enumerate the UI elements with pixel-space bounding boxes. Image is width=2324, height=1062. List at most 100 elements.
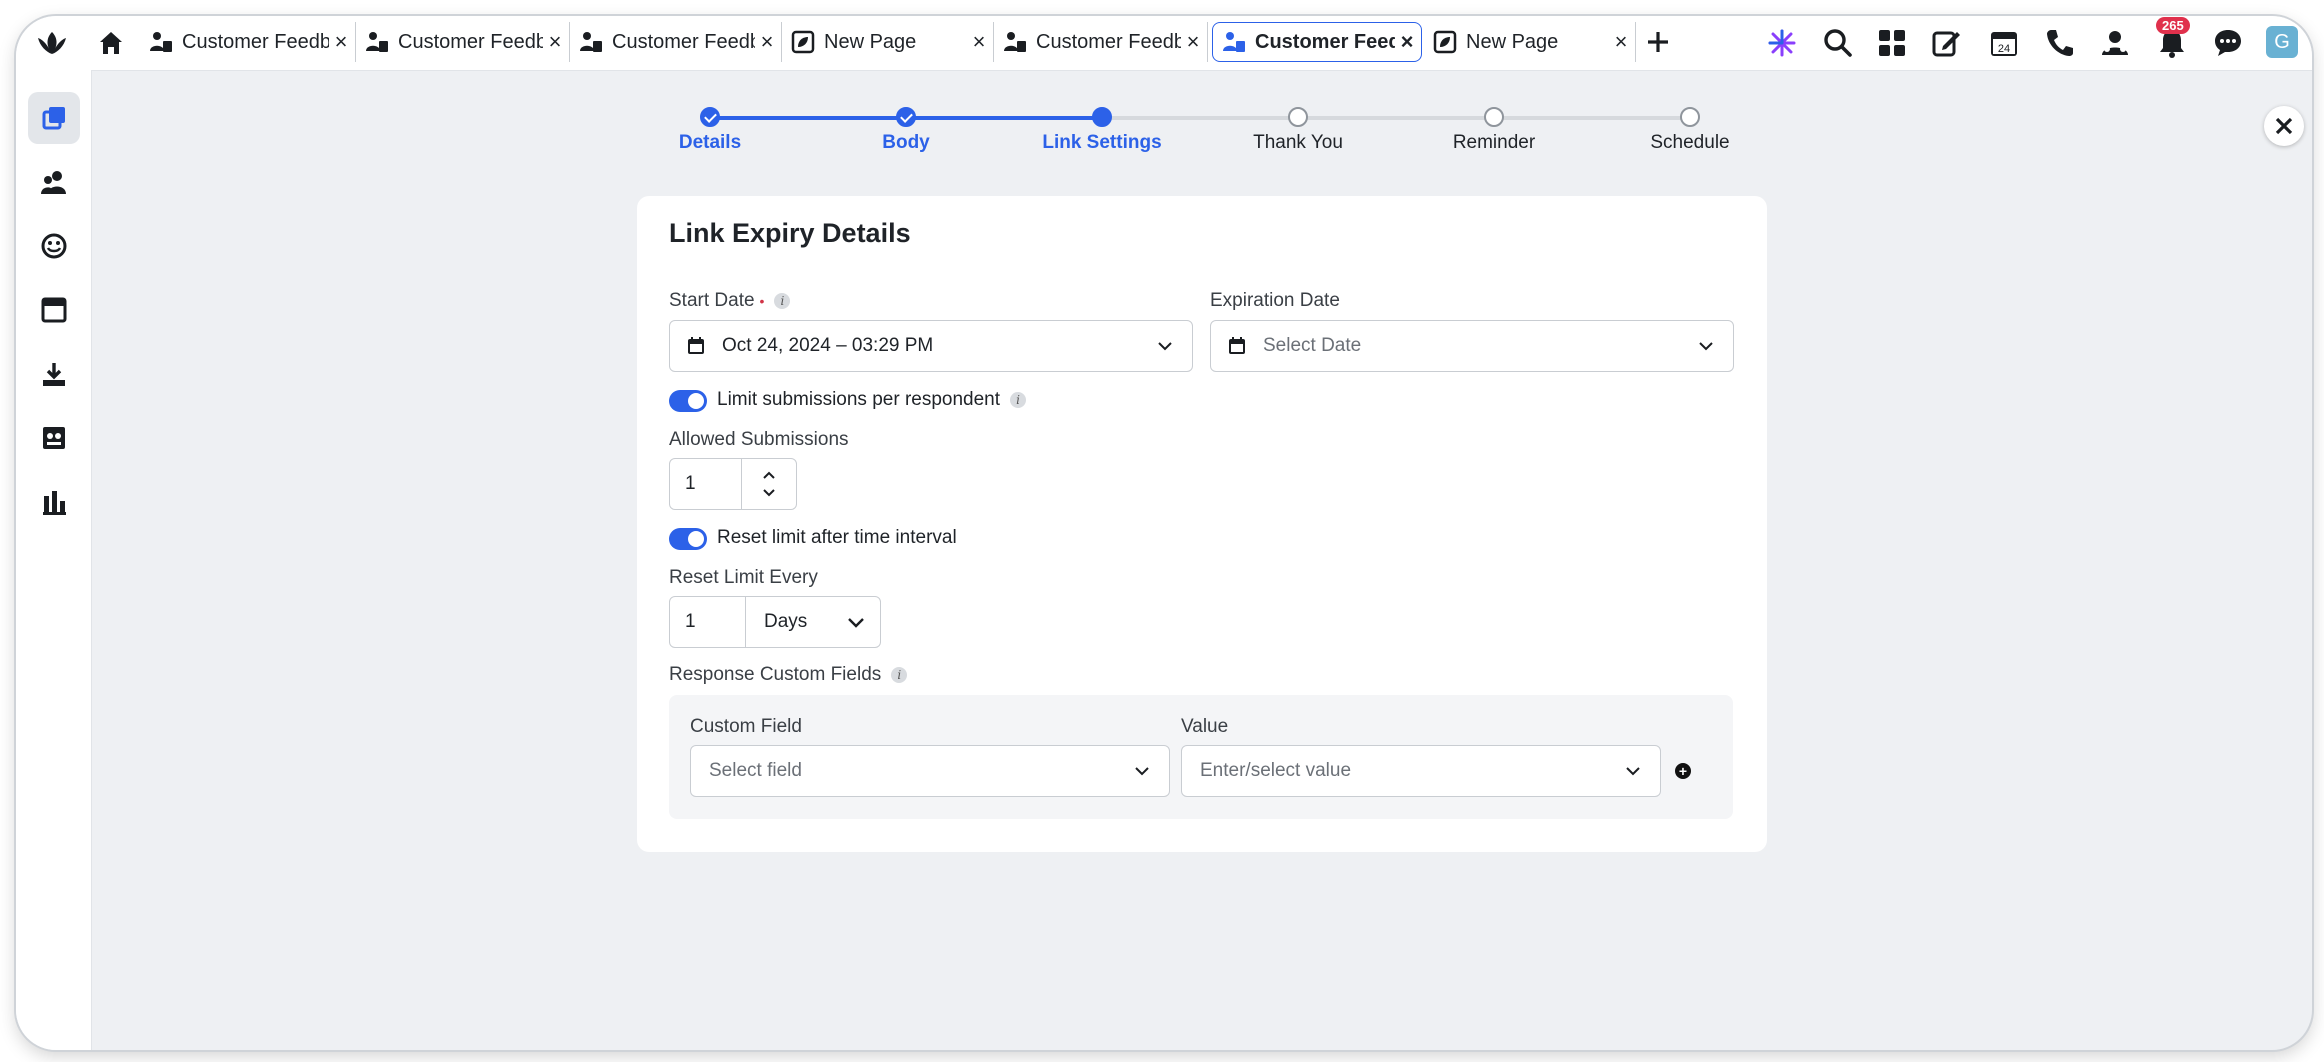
chevron-down-icon bbox=[1699, 342, 1713, 351]
tab-label: Customer Feedback bbox=[182, 30, 329, 53]
value-placeholder: Enter/select value bbox=[1200, 760, 1352, 781]
chat-icon[interactable] bbox=[2212, 27, 2244, 59]
info-icon[interactable]: i bbox=[891, 667, 908, 683]
start-date-picker[interactable]: Oct 24, 2024 – 03:29 PM bbox=[669, 320, 1193, 372]
tab-label: Customer Feedback bbox=[398, 30, 543, 53]
step-schedule-label[interactable]: Schedule bbox=[1590, 132, 1790, 154]
survey-person-icon bbox=[150, 32, 172, 52]
agent-icon[interactable] bbox=[2099, 27, 2131, 59]
user-avatar[interactable]: G bbox=[2266, 26, 2298, 58]
smile-cycle-icon bbox=[41, 233, 67, 259]
reset-every-unit-value: Days bbox=[764, 611, 808, 632]
step-body-dot[interactable] bbox=[896, 107, 916, 127]
add-custom-field-icon[interactable]: + bbox=[1675, 763, 1691, 779]
close-icon bbox=[2275, 117, 2293, 135]
bar-chart-icon bbox=[43, 491, 66, 515]
reset-every-control: 1 Days bbox=[669, 596, 881, 648]
tab-label: New Page bbox=[824, 30, 917, 53]
close-button[interactable] bbox=[2264, 106, 2304, 146]
search-icon[interactable] bbox=[1822, 27, 1854, 59]
step-reminder-label[interactable]: Reminder bbox=[1394, 132, 1594, 154]
step-link-settings-dot[interactable] bbox=[1092, 107, 1112, 127]
allowed-submissions-stepper[interactable]: 1 bbox=[669, 458, 797, 510]
copies-icon bbox=[42, 107, 65, 130]
tab-customer-feedback-1[interactable]: Customer Feedback × bbox=[140, 22, 356, 62]
info-icon[interactable]: i bbox=[774, 293, 791, 309]
people-icon bbox=[41, 171, 66, 194]
app-logo-icon[interactable] bbox=[34, 28, 70, 60]
new-tab-plus-icon[interactable] bbox=[1642, 26, 1674, 58]
sidebar-item-reports[interactable] bbox=[28, 412, 80, 464]
step-thank-you-dot[interactable] bbox=[1288, 107, 1308, 127]
close-tab-icon[interactable]: × bbox=[543, 29, 567, 55]
limit-submissions-toggle[interactable] bbox=[669, 390, 707, 412]
chevron-down-icon bbox=[1626, 767, 1640, 776]
expiration-date-label: Expiration Date bbox=[1210, 290, 1340, 311]
step-details-dot[interactable] bbox=[700, 107, 720, 127]
step-reminder-dot[interactable] bbox=[1484, 107, 1504, 127]
card-title: Link Expiry Details bbox=[669, 218, 911, 248]
step-details-label[interactable]: Details bbox=[610, 132, 810, 154]
sidebar-item-downloads[interactable] bbox=[28, 348, 80, 400]
close-tab-icon[interactable]: × bbox=[1395, 29, 1419, 55]
value-column-label: Value bbox=[1181, 716, 1229, 737]
tab-label: New Page bbox=[1466, 30, 1559, 53]
sidebar-item-analytics[interactable] bbox=[28, 476, 80, 528]
limit-submissions-label-row: Limit submissions per respondent i bbox=[717, 389, 1027, 411]
step-link-settings-label[interactable]: Link Settings bbox=[1002, 132, 1202, 154]
calendar-icon[interactable]: 24 bbox=[1988, 27, 2020, 59]
tab-label: Customer Feedback bbox=[612, 30, 755, 53]
tab-customer-feedback-active[interactable]: Customer Feedback × bbox=[1212, 22, 1422, 62]
response-custom-fields-label: Response Custom Fields i bbox=[669, 664, 908, 686]
chevron-up-icon[interactable] bbox=[761, 468, 777, 484]
value-select[interactable]: Enter/select value bbox=[1181, 745, 1661, 797]
expiration-date-picker[interactable]: Select Date bbox=[1210, 320, 1734, 372]
allowed-submissions-label: Allowed Submissions bbox=[669, 429, 849, 450]
calendar-icon bbox=[1229, 337, 1245, 354]
tab-customer-feedback-3[interactable]: Customer Feedback × bbox=[570, 22, 782, 62]
custom-field-select[interactable]: Select field bbox=[690, 745, 1170, 797]
compose-icon[interactable] bbox=[1930, 27, 1962, 59]
phone-icon[interactable] bbox=[2044, 27, 2076, 59]
tab-new-page-2[interactable]: New Page × bbox=[1424, 22, 1636, 62]
survey-person-icon bbox=[1004, 32, 1026, 52]
sidebar-item-surveys[interactable] bbox=[28, 92, 80, 144]
close-tab-icon[interactable]: × bbox=[329, 29, 353, 55]
start-date-label-text: Start Date bbox=[669, 290, 755, 311]
reset-every-unit-select[interactable]: Days bbox=[746, 597, 880, 647]
stepper-track-todo bbox=[1102, 116, 1692, 120]
limit-submissions-label: Limit submissions per respondent bbox=[717, 389, 1001, 410]
tab-customer-feedback-4[interactable]: Customer Feedback × bbox=[994, 22, 1208, 62]
step-thank-you-label[interactable]: Thank You bbox=[1198, 132, 1398, 154]
start-date-label: Start Date • i bbox=[669, 290, 791, 312]
allowed-submissions-input[interactable]: 1 bbox=[670, 459, 742, 509]
apps-grid-icon[interactable] bbox=[1876, 27, 1908, 59]
sidebar-item-audience[interactable] bbox=[28, 156, 80, 208]
sidebar-item-templates[interactable] bbox=[28, 284, 80, 336]
close-tab-icon[interactable]: × bbox=[1609, 29, 1633, 55]
close-tab-icon[interactable]: × bbox=[1181, 29, 1205, 55]
step-schedule-dot[interactable] bbox=[1680, 107, 1700, 127]
tab-customer-feedback-2[interactable]: Customer Feedback × bbox=[356, 22, 570, 62]
page-leaf-icon bbox=[791, 30, 815, 54]
window-icon bbox=[41, 297, 67, 323]
reset-every-input[interactable]: 1 bbox=[670, 597, 746, 647]
sidebar-item-feedback[interactable] bbox=[28, 220, 80, 272]
close-tab-icon[interactable]: × bbox=[755, 29, 779, 55]
required-marker: • bbox=[759, 293, 765, 309]
home-icon[interactable] bbox=[96, 28, 126, 58]
step-body-label[interactable]: Body bbox=[806, 132, 1006, 154]
ai-sparkle-icon[interactable] bbox=[1766, 27, 1798, 59]
tab-label: Customer Feedback bbox=[1255, 30, 1395, 53]
calendar-icon bbox=[688, 337, 704, 354]
chevron-down-icon[interactable] bbox=[761, 484, 777, 500]
info-icon[interactable]: i bbox=[1010, 392, 1027, 408]
reset-every-label: Reset Limit Every bbox=[669, 567, 818, 588]
reset-limit-toggle[interactable] bbox=[669, 528, 707, 550]
tab-new-page-1[interactable]: New Page × bbox=[782, 22, 994, 62]
notifications-count-badge: 265 bbox=[2156, 17, 2190, 34]
chevron-down-icon bbox=[848, 618, 864, 628]
svg-text:24: 24 bbox=[1998, 43, 2010, 55]
response-custom-fields-text: Response Custom Fields bbox=[669, 664, 882, 685]
close-tab-icon[interactable]: × bbox=[967, 29, 991, 55]
